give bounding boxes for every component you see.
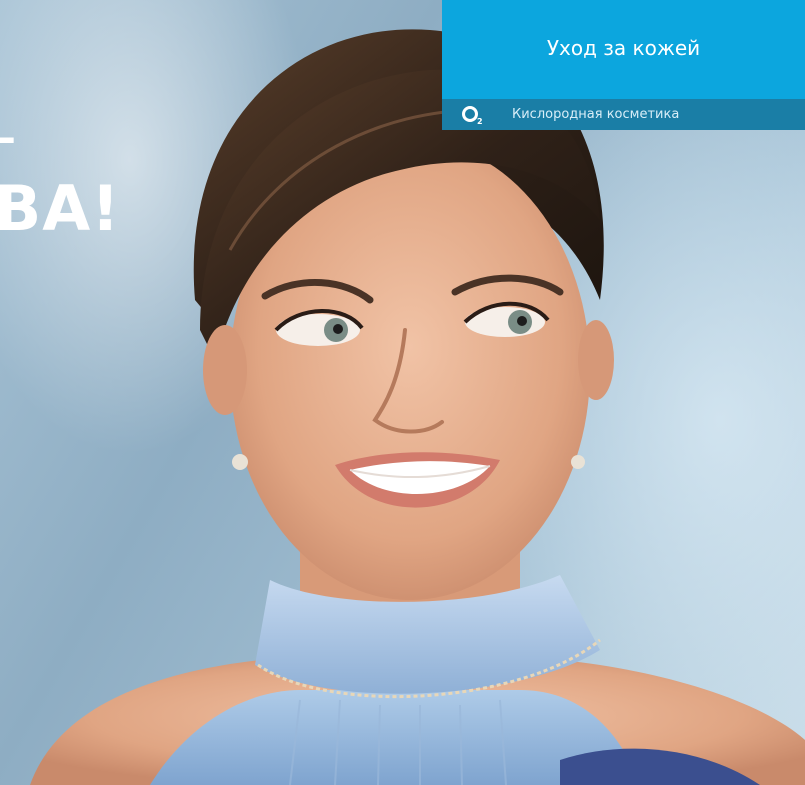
banner-title: Уход за кожей xyxy=(546,36,701,60)
skincare-banner[interactable]: Уход за кожей 2 Кислородная косметика xyxy=(442,0,805,130)
svg-text:2: 2 xyxy=(477,117,483,125)
banner-subtitle: Кислородная косметика xyxy=(512,107,680,122)
banner-strip: 2 Кислородная косметика xyxy=(442,99,805,130)
o2-icon: 2 xyxy=(462,106,483,125)
